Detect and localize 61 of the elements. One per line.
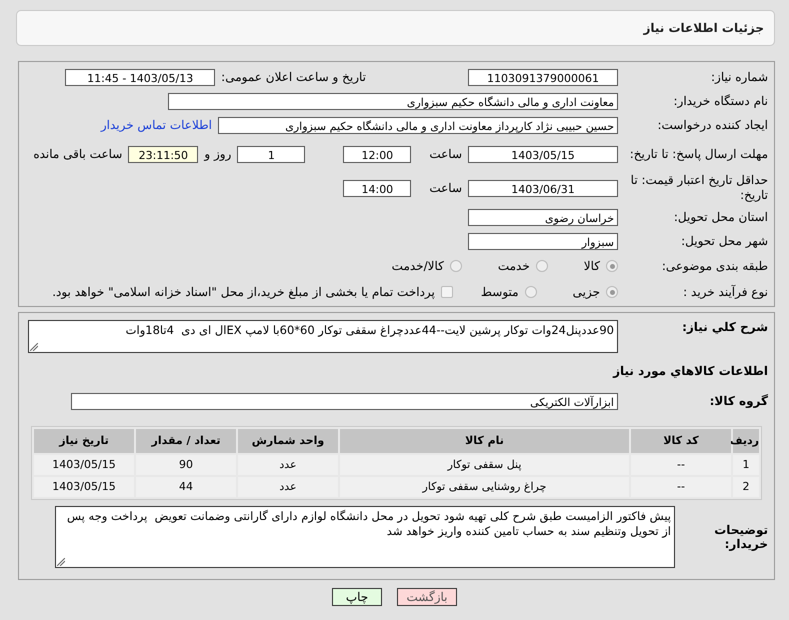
table-cell: 1403/05/15	[34, 477, 134, 498]
field-label: مهلت ارسال پاسخ: تا تاریخ:	[628, 146, 769, 162]
buyer-org-field: معاونت اداری و مالی دانشگاه حکیم سبزواری	[168, 92, 618, 110]
field-label: ایجاد کننده درخواست:	[656, 118, 769, 132]
field-label: شهر محل تحویل:	[680, 234, 769, 248]
column-header: تعداد / مقدار	[136, 429, 236, 454]
description-field[interactable]: 90عددپنل24وات توکار پرشین لایت--44عددچراغ سقفی توکار 60*60با لامپ EXال ای دی 4تا18وات	[28, 320, 618, 353]
field-label: شماره نیاز:	[710, 70, 769, 84]
table-cell: 90	[136, 455, 236, 476]
option-label: خدمت	[498, 259, 530, 273]
option-label: کالا/خدمت	[392, 259, 444, 273]
section-heading: اطلاعات کالاهاي مورد نياز	[613, 364, 769, 378]
table-cell: 1403/05/15	[34, 455, 134, 476]
field-label: ساعت باقی مانده	[33, 147, 122, 161]
back-button[interactable]: بازگشت	[397, 588, 457, 606]
contact-link[interactable]: اطلاعات تماس خریدار	[100, 118, 212, 132]
column-header: نام کالا	[340, 429, 629, 454]
field-label: حداقل تاریخ اعتبار قیمت: تا تاریخ:	[630, 173, 769, 203]
goods-group-field: ابزارآلات الکتریکی	[71, 392, 618, 410]
remaining-time-field: 23:11:50	[128, 146, 198, 162]
column-header: ردیف	[733, 429, 759, 454]
need-number-field: 1103091379000061	[468, 68, 618, 86]
field-label: طبقه بندی موضوعی:	[660, 259, 769, 273]
field-label: نوع فرآیند خرید :	[682, 285, 769, 299]
table-cell: 2	[733, 477, 759, 498]
announce-date-field: 1403/05/13 - 11:45	[65, 68, 216, 86]
field-label: ساعت	[429, 181, 462, 195]
city-field: سبزوار	[468, 232, 618, 250]
table-cell: پنل سقفی توکار	[340, 455, 629, 476]
field-label: ساعت	[429, 147, 462, 161]
print-button[interactable]: چاپ	[332, 588, 382, 606]
table-cell: عدد	[238, 477, 338, 498]
option-label: پرداخت تمام یا بخشی از مبلغ خرید،از محل "اسناد خزانه اسلامی" خواهد بود.	[52, 285, 435, 299]
option-label: کالا	[584, 259, 600, 273]
time-field: 12:00	[343, 146, 412, 162]
column-header: واحد شمارش	[238, 429, 338, 454]
table-cell: عدد	[238, 455, 338, 476]
field-label: نام دستگاه خریدار:	[672, 94, 769, 108]
table-cell: --	[631, 455, 731, 476]
field-label: استان محل تحویل:	[672, 210, 769, 224]
time-field: 14:00	[343, 180, 412, 196]
field-label: توضیحات خریدار:	[713, 522, 769, 551]
column-header: کد کالا	[631, 429, 731, 454]
buyer-notes-field[interactable]: پیش فاکتور الزامیست طبق شرح کلی تهیه شود تحویل در محل دانشگاه لوازم دارای گارانتی وضمانت تعویض پرداخت وجه پس از تحویل وتنظیم سند به حساب تامین کننده واریز خواهد شد	[55, 506, 675, 568]
field-label: شرح کلي نياز:	[681, 320, 769, 334]
table-cell: --	[631, 477, 731, 498]
field-label: گروه کالا:	[708, 394, 769, 408]
province-field: خراسان رضوی	[468, 208, 618, 226]
option-label: متوسط	[480, 285, 519, 299]
field-label: تاریخ و ساعت اعلان عمومی:	[221, 70, 366, 84]
table-cell: 1	[733, 455, 759, 476]
field-label: روز و	[204, 147, 232, 161]
date-field: 1403/05/15	[468, 146, 618, 162]
days-field: 1	[237, 146, 306, 162]
column-header: تاریخ نیاز	[34, 429, 134, 454]
table-cell: 44	[136, 477, 236, 498]
table-cell: چراغ روشنایی سقفی توکار	[340, 477, 629, 498]
page-title: جزئیات اطلاعات نیاز	[643, 21, 764, 35]
date-field: 1403/06/31	[468, 180, 618, 196]
option-label: جزیی	[572, 285, 600, 299]
requester-field: حسین حبیبی نژاد کارپرداز معاونت اداری و مالی دانشگاه حکیم سبزواری	[218, 116, 618, 134]
